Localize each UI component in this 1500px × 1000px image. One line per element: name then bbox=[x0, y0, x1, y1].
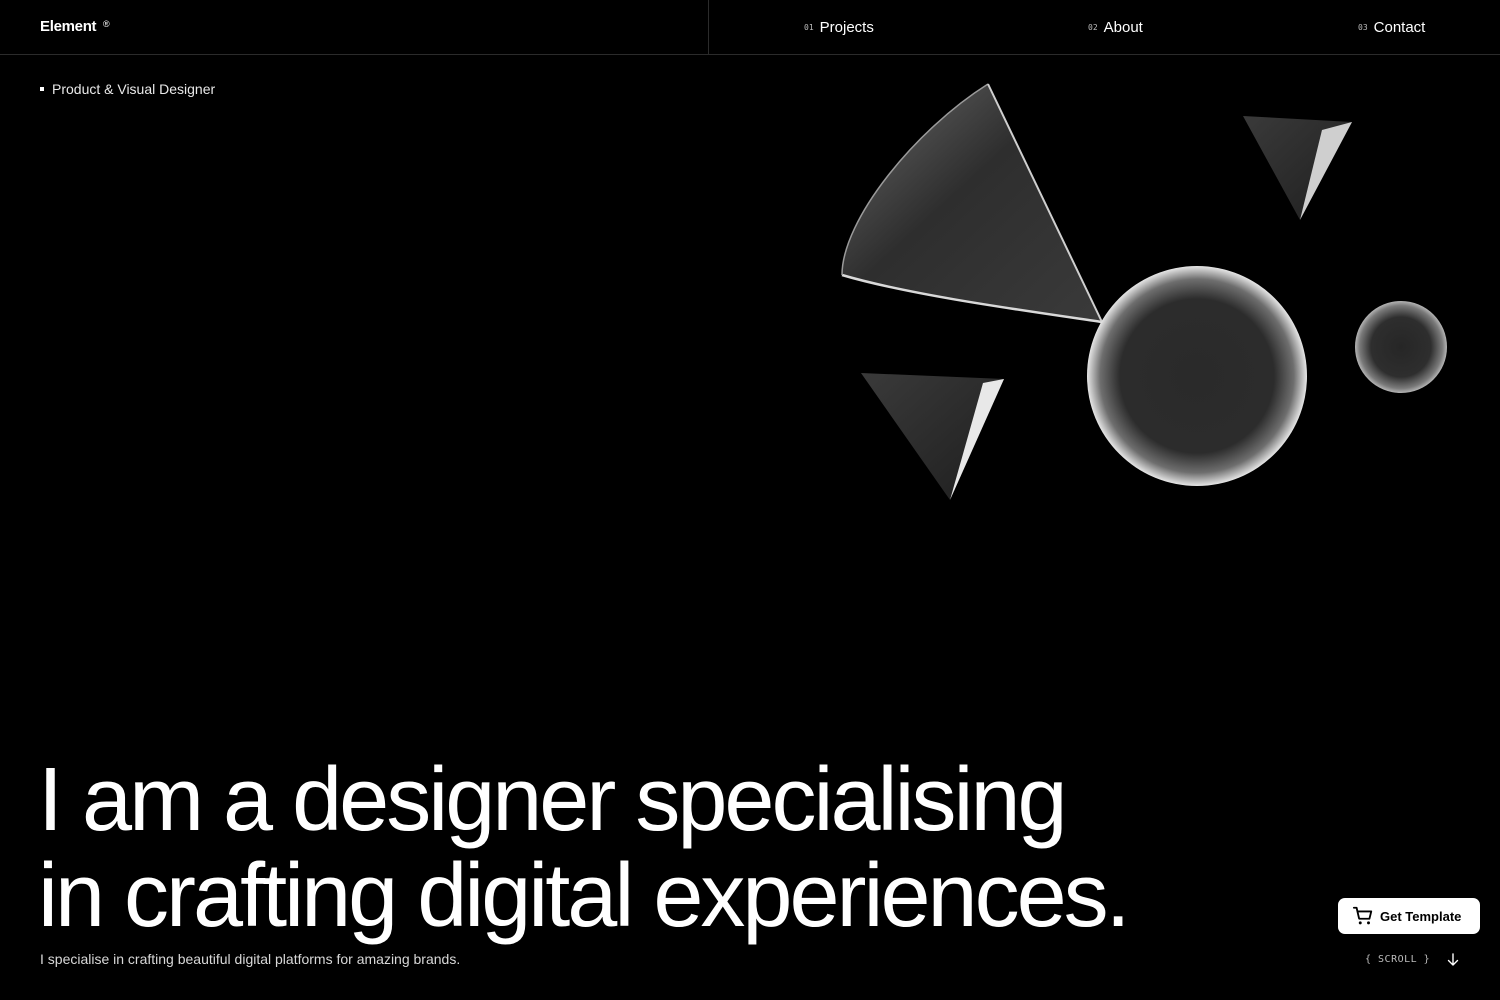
hero-tagline: I specialise in crafting beautiful digit… bbox=[40, 951, 461, 967]
nav-link-projects[interactable]: 01 Projects bbox=[804, 19, 874, 36]
nav-link-about[interactable]: 02 About bbox=[1088, 19, 1143, 36]
triangle-shape-top bbox=[1243, 116, 1352, 220]
role-text: Product & Visual Designer bbox=[52, 81, 216, 97]
sphere-small bbox=[1355, 301, 1447, 393]
nav-label: Contact bbox=[1373, 19, 1426, 36]
arrow-down-icon[interactable] bbox=[1446, 952, 1460, 968]
nav-number: 03 bbox=[1358, 23, 1368, 32]
cone-shape bbox=[841, 83, 1103, 324]
nav-label: About bbox=[1103, 19, 1143, 36]
scroll-hint: { SCROLL } bbox=[1365, 954, 1431, 965]
get-template-label: Get Template bbox=[1380, 908, 1462, 924]
role-label: Product & Visual Designer bbox=[40, 81, 215, 97]
registered-mark: ® bbox=[103, 19, 110, 29]
nav-link-contact[interactable]: 03 Contact bbox=[1358, 19, 1425, 36]
nav-number: 01 bbox=[804, 23, 814, 32]
hero-3d-shapes bbox=[841, 83, 1447, 500]
sphere-large bbox=[1087, 266, 1307, 486]
triangle-shape-bottom bbox=[861, 373, 1004, 500]
brand-logo[interactable]: Element bbox=[40, 18, 97, 35]
top-nav: Element ® 01 Projects 02 About 03 Contact bbox=[0, 0, 1500, 55]
bullet-icon bbox=[40, 87, 44, 91]
nav-number: 02 bbox=[1088, 23, 1098, 32]
hero-headline: I am a designer specialising in crafting… bbox=[38, 750, 1131, 946]
headline-line-1: I am a designer specialising bbox=[38, 750, 1068, 850]
headline-line-2: in crafting digital experiences. bbox=[38, 846, 1131, 946]
get-template-button[interactable]: Get Template bbox=[1338, 898, 1480, 934]
cart-icon bbox=[1352, 906, 1373, 925]
nav-divider bbox=[708, 0, 709, 55]
nav-label: Projects bbox=[819, 19, 874, 36]
